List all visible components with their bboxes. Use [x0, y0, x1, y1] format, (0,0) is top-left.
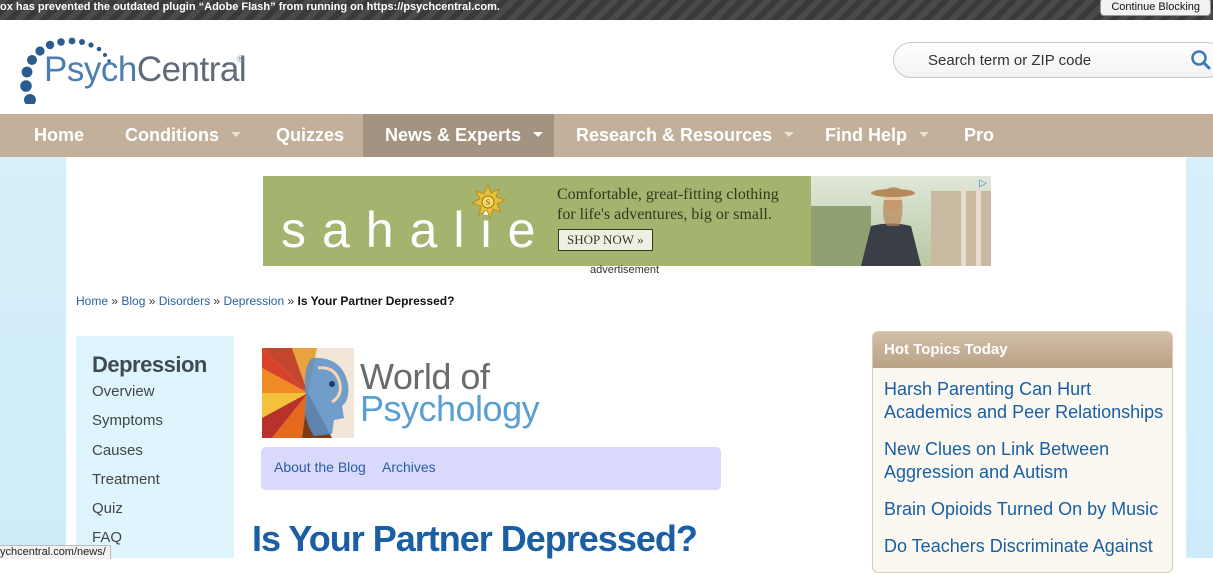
nav-pro-label: Pro [964, 125, 995, 145]
nav-conditions-label: Conditions [125, 125, 219, 145]
condition-sidebar: Depression Overview Symptoms Causes Trea… [76, 336, 234, 558]
blog-name-line2: Psychology [360, 388, 540, 429]
continue-blocking-button[interactable]: Continue Blocking [1100, 0, 1211, 16]
nav-conditions[interactable]: Conditions [125, 114, 241, 157]
hot-topic-link[interactable]: New Clues on Link Between Aggression and… [884, 438, 1166, 484]
sidebar-title[interactable]: Depression [92, 352, 207, 378]
search-box [893, 42, 1213, 78]
nav-news-experts-label: News & Experts [385, 125, 522, 145]
ad-sun-logo-icon: S [470, 183, 507, 225]
chevron-down-icon [919, 131, 929, 137]
advertisement-banner[interactable]: sahalie S Comfortable, great-fitting clo… [263, 176, 991, 266]
svg-text:S: S [486, 198, 490, 207]
plugin-notification-bar: ox has prevented the outdated plugin “Ad… [0, 0, 1213, 20]
hot-topic-link[interactable]: Do Teachers Discriminate Against [884, 535, 1166, 558]
post-title: Is Your Partner Depressed? [252, 518, 698, 559]
blog-tabs: About the Blog Archives [261, 447, 721, 490]
tab-about-the-blog[interactable]: About the Blog [274, 459, 366, 475]
shop-now-button[interactable]: SHOP NOW » [558, 229, 653, 251]
search-icon[interactable] [1190, 49, 1212, 76]
tab-archives[interactable]: Archives [382, 459, 436, 475]
breadcrumb: Home » Blog » Disorders » Depression » I… [76, 294, 454, 308]
chevron-down-icon [784, 131, 795, 137]
ad-tagline: Comfortable, great-fitting clothing for … [557, 185, 779, 225]
ad-model-photo [811, 176, 991, 266]
psychcentral-logo[interactable]: PsychCentral ® [18, 34, 258, 104]
blog-header[interactable]: World of Psychology [262, 348, 542, 438]
breadcrumb-current: Is Your Partner Depressed? [297, 294, 455, 308]
browser-status-bar: ychcentral.com/news/ [0, 545, 111, 559]
hot-topics-panel: Hot Topics Today Harsh Parenting Can Hur… [872, 331, 1173, 573]
breadcrumb-depression[interactable]: Depression [223, 294, 284, 308]
breadcrumb-separator: » [210, 294, 224, 308]
nav-pro[interactable]: Pro [964, 114, 994, 157]
main-nav: Home Conditions Quizzes News & Experts R… [0, 114, 1213, 157]
sidebar-item-faq[interactable]: FAQ [92, 529, 122, 546]
ad-brand: sahalie [281, 202, 552, 258]
nav-find-help[interactable]: Find Help [825, 114, 929, 157]
breadcrumb-separator: » [284, 294, 298, 308]
logo-text-psych: Psych [44, 50, 137, 89]
breadcrumb-home[interactable]: Home [76, 294, 108, 308]
blog-art-head-icon [262, 348, 354, 438]
logo-registered-mark: ® [237, 54, 244, 64]
search-input[interactable] [928, 50, 1178, 70]
ad-tagline-line2: for life's adventures, big or small. [557, 206, 772, 223]
sidebar-item-causes[interactable]: Causes [92, 442, 143, 459]
sidebar-item-treatment[interactable]: Treatment [92, 471, 160, 488]
nav-home-label: Home [34, 125, 85, 145]
adchoices-icon[interactable]: ▷ [977, 178, 989, 190]
nav-research-resources[interactable]: Research & Resources [576, 114, 795, 157]
hot-topic-link[interactable]: Brain Opioids Turned On by Music [884, 498, 1166, 521]
nav-news-experts[interactable]: News & Experts [363, 114, 554, 157]
breadcrumb-separator: » [145, 294, 159, 308]
sidebar-item-symptoms[interactable]: Symptoms [92, 412, 163, 429]
nav-research-resources-label: Research & Resources [576, 125, 773, 145]
logo-wordmark: PsychCentral [44, 50, 247, 90]
ad-tagline-line1: Comfortable, great-fitting clothing [557, 186, 779, 203]
hot-topic-link[interactable]: Harsh Parenting Can Hurt Academics and P… [884, 378, 1166, 424]
sidebar-item-overview[interactable]: Overview [92, 383, 155, 400]
nav-home[interactable]: Home [34, 114, 84, 157]
chevron-down-icon [230, 131, 241, 137]
chevron-down-icon [533, 131, 544, 137]
site-header: PsychCentral ® [0, 20, 1213, 114]
ad-caption: advertisement [590, 264, 660, 276]
plugin-message: ox has prevented the outdated plugin “Ad… [0, 1, 500, 13]
breadcrumb-separator: » [108, 294, 122, 308]
nav-find-help-label: Find Help [825, 125, 907, 145]
breadcrumb-blog[interactable]: Blog [121, 294, 145, 308]
logo-text-central: Central [136, 50, 247, 89]
breadcrumb-disorders[interactable]: Disorders [159, 294, 210, 308]
hot-topics-header: Hot Topics Today [873, 332, 1172, 368]
sidebar-item-quiz[interactable]: Quiz [92, 500, 123, 517]
nav-quizzes-label: Quizzes [276, 125, 345, 145]
nav-quizzes[interactable]: Quizzes [276, 114, 344, 157]
